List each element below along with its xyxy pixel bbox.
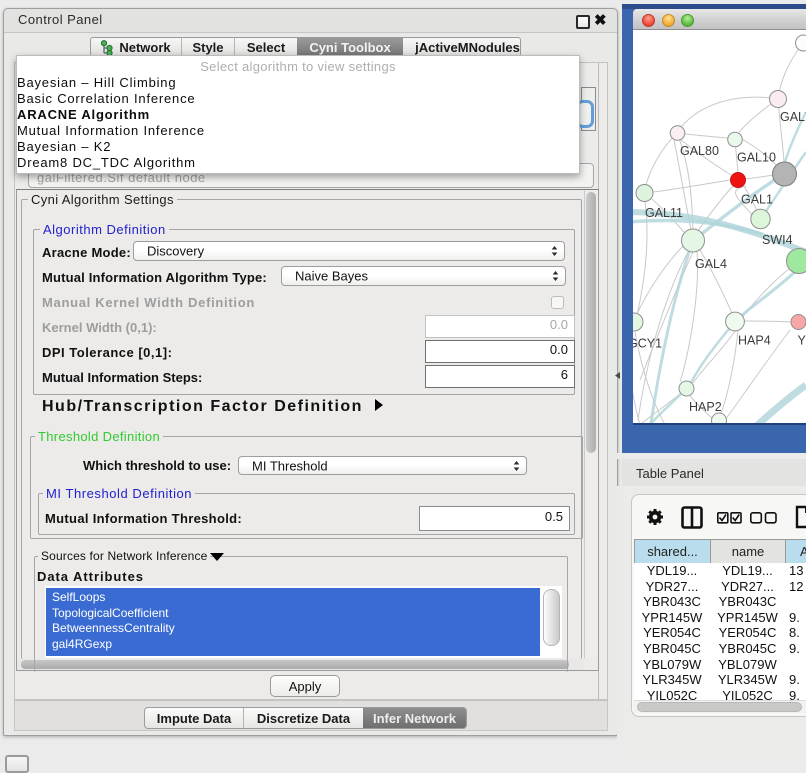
svg-text:GAL11: GAL11 <box>645 206 683 220</box>
svg-text:GAL4: GAL4 <box>695 257 727 271</box>
svg-text:SWI4: SWI4 <box>762 233 793 247</box>
svg-text:HAP4: HAP4 <box>738 334 771 348</box>
svg-text:GCY1: GCY1 <box>633 337 662 351</box>
svg-text:HAP2: HAP2 <box>689 400 722 414</box>
svg-text:GAL7: GAL7 <box>780 110 806 124</box>
svg-text:GAL80: GAL80 <box>680 144 719 158</box>
svg-text:Y: Y <box>798 334 806 348</box>
svg-text:GAL1: GAL1 <box>741 193 773 207</box>
svg-text:GAL10: GAL10 <box>737 151 776 165</box>
